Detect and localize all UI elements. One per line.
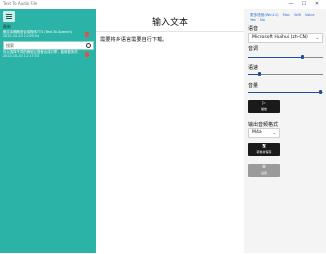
maximize-button[interactable]: ☐ xyxy=(299,0,309,9)
link-voice[interactable]: Voice xyxy=(305,13,315,17)
hamburger-menu-icon[interactable] xyxy=(3,11,15,22)
delete-icon[interactable] xyxy=(85,32,89,37)
link-wifi[interactable]: Wifi xyxy=(294,13,301,17)
gear-icon: ⚙ xyxy=(262,165,266,170)
list-item-date: 2022-10-20 11:09:54 xyxy=(3,34,40,38)
delete-icon[interactable] xyxy=(85,52,89,57)
link-no[interactable]: No xyxy=(260,18,265,22)
text-editor[interactable]: 需要将乡语言需要自行下载。 xyxy=(96,31,244,254)
close-button[interactable]: ✕ xyxy=(312,0,322,9)
language-select[interactable]: Microsoft Huihui (zh-CN) ⌄ xyxy=(248,33,323,43)
settings-panel: 更多语音(Win11) Mac Wifi Voice Yes No 语音 Mic… xyxy=(244,9,326,253)
format-select[interactable]: M4a ⌄ xyxy=(248,128,280,138)
search-box[interactable]: 搜索 xyxy=(3,41,94,50)
slider-thumb[interactable] xyxy=(257,72,261,76)
volume-label: 音调 xyxy=(248,46,259,52)
volume-slider[interactable] xyxy=(248,55,323,59)
search-input[interactable]: 搜索 xyxy=(6,43,14,49)
page-title: 输入文本 xyxy=(151,18,188,28)
voice-links: 更多语音(Win11) Mac Wifi Voice Yes No xyxy=(250,13,324,23)
title-bar: Text To Audio File — ☐ ✕ xyxy=(0,0,326,9)
play-button[interactable]: ▷ 播放 xyxy=(248,100,280,113)
chevron-down-icon: ⌄ xyxy=(315,35,319,40)
language-value: Microsoft Huihui (zh-CN) xyxy=(252,35,308,40)
search-icon[interactable] xyxy=(86,43,91,48)
editor-panel: 输入文本 需要将乡语言需要自行下载。 xyxy=(96,9,244,254)
app-title: Text To Audio File xyxy=(3,1,38,6)
rate-label: 语速 xyxy=(248,65,259,71)
save-icon: 🖫 xyxy=(262,144,266,149)
play-icon: ▷ xyxy=(262,101,266,106)
list-item[interactable]: 可以选择不同的微软云语音合成引擎，能用更多的 2022-10-20 11:17:… xyxy=(3,50,93,59)
play-label: 播放 xyxy=(260,107,267,111)
rate-slider[interactable] xyxy=(248,72,323,76)
minimize-button[interactable]: — xyxy=(286,0,296,9)
link-more-voices[interactable]: 更多语音(Win11) xyxy=(250,13,279,17)
pitch-slider[interactable] xyxy=(248,90,323,94)
slider-thumb[interactable] xyxy=(300,55,304,59)
language-label: 语音 xyxy=(248,26,259,32)
editor-text[interactable]: 需要将乡语言需要自行下载。 xyxy=(100,36,167,43)
settings-button[interactable]: ⚙ 设置 xyxy=(248,164,280,177)
format-label: 输出音频格式 xyxy=(248,122,279,128)
history-list-more: 可以选择不同的微软云语音合成引擎，能用更多的 2022-10-20 11:17:… xyxy=(0,50,96,70)
sidebar: 最新 朗文本朗朗语合成程序TTS (Text-To-Speech) 2022-1… xyxy=(0,9,96,253)
list-item-date: 2022-10-20 11:17:53 xyxy=(3,54,40,58)
convert-save-button[interactable]: 🖫 转换并保存 xyxy=(248,143,280,156)
chevron-down-icon: ⌄ xyxy=(272,130,276,135)
pitch-label: 音量 xyxy=(248,83,259,89)
convert-save-label: 转换并保存 xyxy=(256,150,272,154)
format-value: M4a xyxy=(252,130,262,135)
slider-fill xyxy=(248,91,320,93)
slider-thumb[interactable] xyxy=(318,90,322,94)
link-mac[interactable]: Mac xyxy=(283,13,290,17)
settings-label: 设置 xyxy=(260,171,267,175)
slider-fill xyxy=(248,56,302,58)
list-item[interactable]: 朗文本朗朗语合成程序TTS (Text-To-Speech) 2022-10-2… xyxy=(3,30,93,39)
link-yes[interactable]: Yes xyxy=(250,18,256,22)
